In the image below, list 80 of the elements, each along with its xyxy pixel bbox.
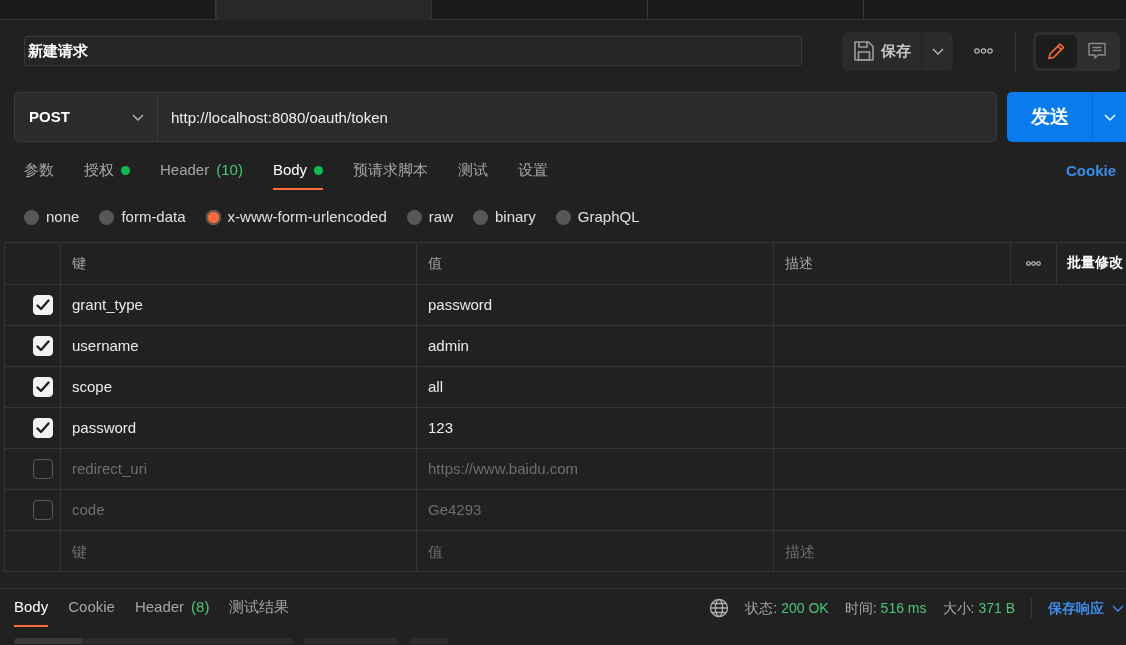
param-value: Ge4293: [428, 499, 482, 520]
radio-label[interactable]: x-www-form-urlencoded: [227, 205, 387, 229]
param-key: password: [72, 416, 137, 440]
radio-button[interactable]: [99, 209, 115, 225]
bulk-edit-link[interactable]: 批量修改: [1067, 253, 1123, 274]
column-header: 描述: [785, 254, 813, 273]
request-name-field[interactable]: 新建请求: [24, 36, 802, 66]
radio-label[interactable]: form-data: [121, 205, 186, 229]
radio-label[interactable]: GraphQL: [577, 205, 640, 229]
stat-value: 516 ms: [880, 598, 927, 618]
radio-label[interactable]: raw: [428, 205, 453, 229]
view-mode-control[interactable]: [14, 638, 293, 644]
comment-icon: [1086, 41, 1107, 61]
param-value: admin: [428, 335, 469, 356]
description-input[interactable]: 描述: [785, 539, 985, 563]
radio-button[interactable]: [472, 209, 488, 225]
param-key: grant_type: [72, 293, 143, 317]
chevron-down-icon: [1112, 604, 1124, 612]
param-value: all: [428, 376, 443, 397]
tab[interactable]: 预请求脚本: [353, 152, 429, 190]
edit-button[interactable]: [1036, 34, 1077, 68]
tab[interactable]: 设置: [518, 152, 549, 190]
radio-label[interactable]: binary: [494, 205, 536, 229]
tab[interactable]: Body: [272, 152, 324, 190]
checkmark-icon: [36, 299, 50, 311]
param-key: code: [72, 498, 105, 522]
open-tab[interactable]: [432, 0, 648, 20]
more-icon: [973, 48, 993, 54]
stat-label: 大小:: [942, 598, 975, 618]
tab[interactable]: Header (8): [134, 589, 210, 627]
tab[interactable]: Header (10): [160, 152, 243, 190]
param-value: password: [428, 294, 493, 315]
open-tab[interactable]: [648, 0, 864, 20]
pencil-icon: [1046, 41, 1067, 61]
chevron-down-icon: [1103, 113, 1116, 121]
param-key: username: [72, 334, 139, 358]
value-input[interactable]: 值: [428, 539, 628, 563]
save-icon: [853, 40, 875, 62]
param-value: https://www.baidu.com: [428, 458, 579, 479]
radio-button[interactable]: [205, 209, 221, 225]
tab[interactable]: 测试: [458, 152, 489, 190]
checkmark-icon: [36, 340, 50, 352]
save-options-button[interactable]: [922, 31, 953, 71]
send-button[interactable]: 发送: [1007, 92, 1092, 142]
radio-label[interactable]: none: [46, 205, 80, 229]
stat-value: 200 OK: [781, 598, 829, 618]
param-value: 123: [428, 417, 454, 438]
open-tab[interactable]: [0, 0, 216, 20]
param-key: redirect_uri: [72, 457, 148, 481]
more-icon: [1026, 261, 1041, 266]
radio-button[interactable]: [24, 209, 39, 225]
chevron-down-icon: [132, 113, 144, 121]
stat-label: 状态:: [745, 598, 778, 618]
cookie-link[interactable]: Cookie: [1066, 159, 1116, 183]
tab-count: (10): [216, 159, 243, 180]
tab[interactable]: 参数: [24, 152, 54, 190]
method-dropdown[interactable]: POST: [14, 92, 158, 142]
globe-icon: [709, 598, 730, 618]
tab[interactable]: 授权: [84, 152, 130, 190]
url-field[interactable]: http://localhost:8080/oauth/token: [158, 92, 997, 142]
column-header: 键: [72, 254, 86, 273]
stat-label: 时间:: [844, 598, 877, 618]
key-input[interactable]: 键: [72, 539, 272, 563]
checkbox[interactable]: [33, 500, 53, 520]
stat-value: 371 B: [978, 598, 1015, 618]
column-header: 值: [428, 254, 442, 273]
radio-button[interactable]: [406, 209, 422, 225]
checkbox[interactable]: [33, 459, 53, 479]
checkmark-icon: [36, 381, 50, 393]
send-options-button[interactable]: [1092, 92, 1126, 142]
tab[interactable]: Body: [14, 589, 49, 627]
save-response-button[interactable]: 保存响应: [1048, 597, 1124, 619]
tab-count: (8): [191, 596, 210, 617]
radio-button[interactable]: [555, 209, 571, 225]
tab[interactable]: Cookie: [68, 589, 115, 627]
chevron-down-icon: [931, 47, 944, 55]
checkmark-icon: [36, 422, 50, 434]
param-key: scope: [72, 375, 113, 399]
tab[interactable]: 测试结果: [229, 589, 290, 627]
save-button[interactable]: 保存: [842, 31, 921, 71]
